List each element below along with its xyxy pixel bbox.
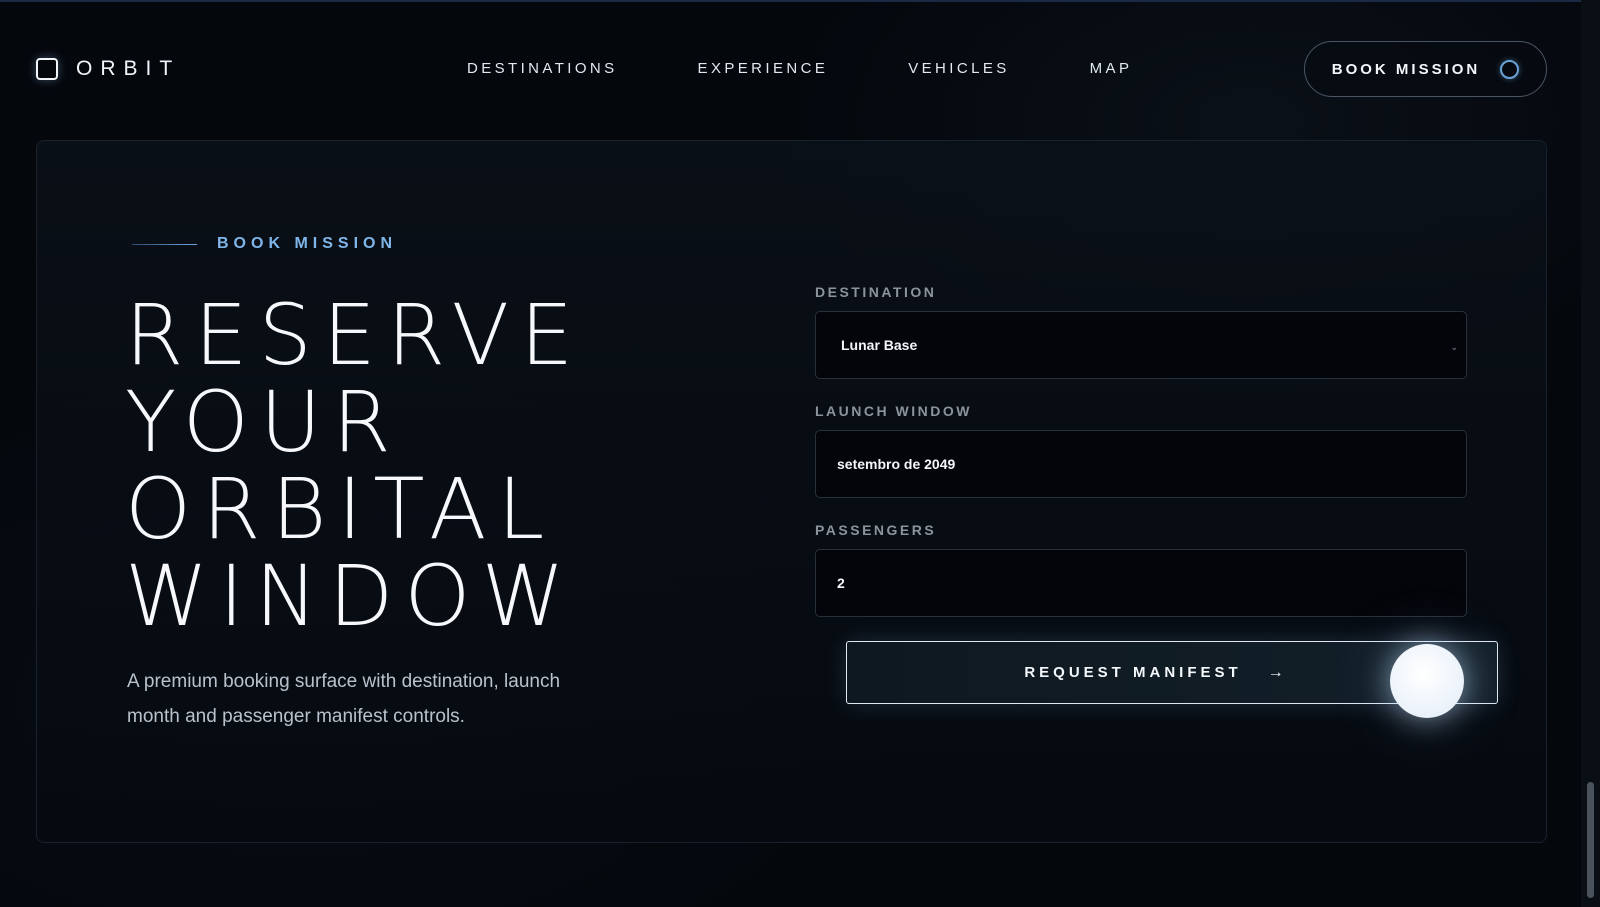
destination-value: Lunar Base — [841, 337, 918, 353]
launch-window-value: setembro de 2049 — [837, 456, 956, 472]
passengers-label: PASSENGERS — [815, 522, 937, 538]
title-line-2: YOUR — [125, 373, 402, 471]
launch-window-input[interactable]: setembro de 2049 — [815, 430, 1467, 498]
nav-item-vehicles[interactable]: VEHICLES — [908, 60, 1009, 77]
request-manifest-label: REQUEST MANIFEST — [1024, 664, 1242, 681]
title-line-4: WINDOW — [125, 547, 576, 645]
passengers-input[interactable]: 2 — [815, 549, 1467, 617]
booking-page: ORBIT DESTINATIONS EXPERIENCE VEHICLES M… — [0, 0, 1600, 907]
destination-select[interactable]: Lunar Base ⌄ — [815, 311, 1467, 379]
section-eyebrow: BOOK MISSION — [132, 235, 397, 253]
brand-logo[interactable]: ORBIT — [36, 57, 180, 81]
book-mission-button[interactable]: BOOK MISSION — [1304, 41, 1547, 97]
scrollbar-thumb[interactable] — [1587, 782, 1594, 898]
top-edge-line — [0, 0, 1600, 2]
nav-item-map[interactable]: MAP — [1090, 60, 1133, 77]
hero-subtitle: A premium booking surface with destinati… — [127, 671, 561, 727]
ring-icon — [1500, 59, 1520, 79]
launch-window-label: LAUNCH WINDOW — [815, 403, 972, 419]
nav-item-destinations[interactable]: DESTINATIONS — [467, 60, 618, 77]
passengers-value: 2 — [837, 575, 845, 591]
chevron-down-icon: ⌄ — [1450, 342, 1458, 352]
destination-label: DESTINATION — [815, 284, 937, 300]
main-nav: DESTINATIONS EXPERIENCE VEHICLES MAP — [467, 60, 1132, 77]
scrollbar[interactable] — [1581, 0, 1600, 907]
square-logo-icon — [36, 58, 58, 80]
title-line-1: RESERVE — [125, 286, 585, 384]
glow-orb-cursor — [1390, 644, 1464, 718]
nav-item-experience[interactable]: EXPERIENCE — [698, 60, 829, 77]
title-line-3: ORBITAL — [125, 460, 556, 558]
arrow-right-icon: → — [1267, 663, 1284, 681]
page-title: RESERVE YOUR ORBITAL WINDOW — [125, 292, 765, 640]
eyebrow-line — [132, 243, 197, 245]
book-mission-label: BOOK MISSION — [1331, 60, 1481, 78]
eyebrow-text: BOOK MISSION — [217, 235, 398, 252]
brand-name: ORBIT — [76, 57, 181, 80]
